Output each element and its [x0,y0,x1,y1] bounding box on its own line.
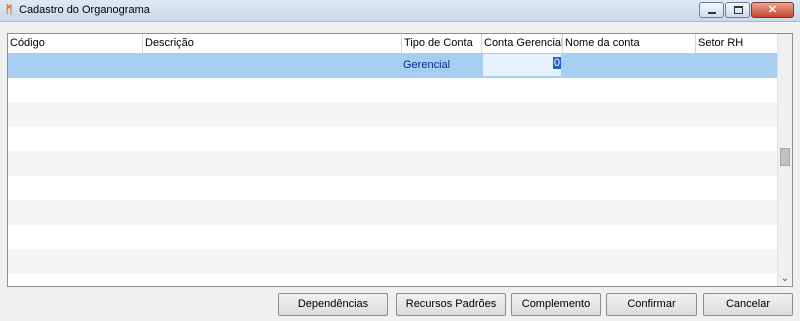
column-header-descricao[interactable]: Descrição [143,34,402,53]
maximize-button[interactable] [725,2,750,18]
table-row[interactable] [8,274,778,287]
table-row[interactable] [8,249,778,274]
close-icon: ✕ [767,4,778,16]
maximize-icon [734,6,743,14]
table-row[interactable] [8,78,778,103]
minimize-button[interactable] [699,2,724,18]
close-button[interactable]: ✕ [751,2,794,18]
column-header-nome-conta[interactable]: Nome da conta [563,34,696,53]
minimize-icon [708,12,716,14]
table-row[interactable] [8,176,778,201]
table-row[interactable] [8,225,778,250]
window-controls: ✕ [698,2,794,18]
window-title: Cadastro do Organograma [19,4,150,16]
conta-gerencial-value: 0 [552,57,561,69]
table-row[interactable] [8,127,778,152]
tipo-conta-cell[interactable]: Gerencial [403,53,450,77]
column-header-tipo-conta[interactable]: Tipo de Conta [402,34,482,53]
column-header-conta-gerencial[interactable]: Conta Gerencial [482,34,563,53]
organograma-grid[interactable]: Código Descrição Tipo de Conta Conta Ger… [7,33,793,287]
conta-gerencial-input[interactable]: 0 [483,54,561,76]
vertical-scrollbar[interactable]: ⌄ [777,34,792,286]
column-header-setor-rh[interactable]: Setor RH [696,34,778,53]
table-row[interactable] [8,151,778,176]
scroll-thumb[interactable] [780,148,790,166]
table-row[interactable] [8,102,778,127]
title-bar: ᛗ Cadastro do Organograma ✕ [0,0,800,22]
grid-header: Código Descrição Tipo de Conta Conta Ger… [8,34,778,53]
cancelar-button[interactable]: Cancelar [703,293,793,316]
grid-rows: Gerencial 0 [8,53,778,287]
table-row[interactable] [8,200,778,225]
complemento-button[interactable]: Complemento [511,293,601,316]
confirmar-button[interactable]: Confirmar [606,293,697,316]
dependencias-button[interactable]: Dependências [278,293,388,316]
table-row-selected[interactable]: Gerencial 0 [8,53,778,78]
recursos-padroes-button[interactable]: Recursos Padrões [396,293,506,316]
chevron-down-icon[interactable]: ⌄ [778,273,792,284]
app-logo-icon: ᛗ [5,4,13,16]
column-header-codigo[interactable]: Código [8,34,143,53]
